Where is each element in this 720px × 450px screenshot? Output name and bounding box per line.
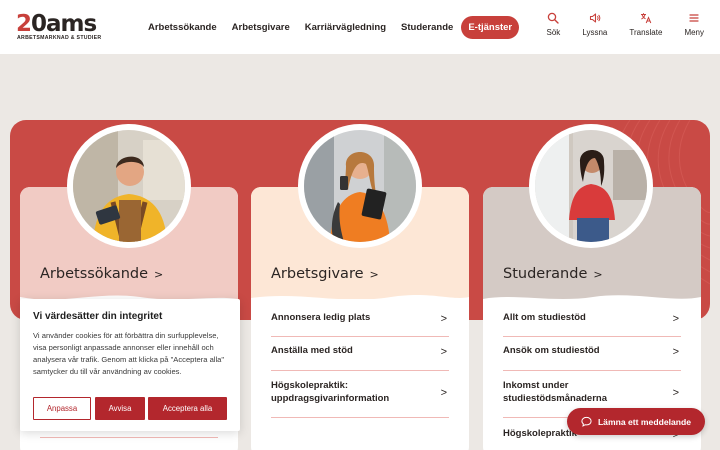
card-title[interactable]: Arbetsgivare > — [271, 266, 379, 282]
employer-photo — [304, 130, 416, 242]
chevron-right-icon: > — [593, 268, 603, 281]
link-label: Allt om studiestöd — [503, 312, 586, 323]
portrait-student — [529, 124, 653, 248]
search-icon — [548, 12, 560, 24]
link-anstalla[interactable]: Anställa med stöd > — [271, 345, 449, 371]
chevron-right-icon: > — [440, 387, 447, 399]
cookie-title: Vi värdesätter din integritet — [33, 311, 163, 322]
chevron-right-icon: > — [440, 346, 447, 358]
cookie-text: Vi använder cookies för att förbättra di… — [33, 331, 225, 376]
logo-subtitle: ARBETSMARKNAD & STUDIER — [17, 35, 102, 41]
portrait-jobseeker — [67, 124, 191, 248]
listen-button[interactable]: Lyssna — [582, 12, 607, 37]
logo-mark: 220ams0ams — [16, 11, 97, 37]
leave-message-button[interactable]: Lämna ett meddelande — [567, 408, 705, 435]
speaker-icon — [589, 13, 601, 23]
menu-label: Meny — [684, 28, 704, 37]
divider — [40, 437, 218, 438]
cookie-consent-banner: Vi värdesätter din integritet Vi använde… — [20, 299, 240, 431]
translate-label: Translate — [629, 28, 663, 37]
customize-button[interactable]: Anpassa — [33, 397, 91, 420]
link-label: Anställa med stöd — [271, 345, 353, 356]
link-allt-om-studiestod[interactable]: Allt om studiestöd > — [503, 312, 681, 337]
card-title-text: Arbetssökande — [40, 266, 149, 282]
chevron-right-icon: > — [672, 346, 679, 358]
reject-button[interactable]: Avvisa — [95, 397, 145, 420]
nav-item-karriarvagledning[interactable]: Karriärvägledning — [305, 22, 386, 33]
search-button[interactable]: Sök — [546, 12, 561, 37]
menu-icon — [689, 14, 699, 22]
chevron-right-icon: > — [369, 268, 379, 281]
chevron-right-icon: > — [672, 313, 679, 325]
nav-item-studerande[interactable]: Studerande — [401, 22, 453, 33]
link-label: Ansök om studiestöd — [503, 345, 600, 356]
card-title-text: Studerande — [503, 266, 588, 282]
listen-label: Lyssna — [582, 28, 608, 37]
jobseeker-photo — [73, 130, 185, 242]
logo[interactable]: 220ams0ams ARBETSMARKNAD & STUDIER — [16, 11, 101, 42]
chevron-right-icon: > — [440, 313, 447, 325]
link-ansok-om-studiestod[interactable]: Ansök om studiestöd > — [503, 345, 681, 371]
student-photo — [535, 130, 647, 242]
card-wave — [483, 295, 701, 305]
site-header: 220ams0ams ARBETSMARKNAD & STUDIER Arbet… — [0, 0, 720, 54]
link-label: Inkomst under studiestödsmånaderna — [503, 380, 607, 404]
leave-message-label: Lämna ett meddelande — [597, 416, 692, 427]
link-annonsera[interactable]: Annonsera ledig plats > — [271, 312, 449, 337]
nav-item-arbetsgivare[interactable]: Arbetsgivare — [232, 22, 290, 33]
menu-button[interactable]: Meny — [684, 12, 704, 37]
chevron-right-icon: > — [154, 268, 164, 281]
link-label: Annonsera ledig plats — [271, 312, 371, 323]
link-hogskolepraktik-uppdragsgivare[interactable]: Högskolepraktik: uppdragsgivarinformatio… — [271, 380, 449, 418]
main-nav: Arbetssökande Arbetsgivare Karriärvägled… — [148, 15, 534, 39]
nav-item-e-tjanster[interactable]: E-tjänster — [461, 15, 520, 39]
chevron-right-icon: > — [672, 387, 679, 399]
card-title[interactable]: Arbetssökande > — [40, 266, 163, 282]
accept-all-button[interactable]: Acceptera alla — [148, 397, 227, 420]
card-title-text: Arbetsgivare — [271, 266, 364, 282]
portrait-employer — [298, 124, 422, 248]
card-wave — [251, 295, 469, 305]
link-label: Högskolepraktik: uppdragsgivarinformatio… — [271, 380, 390, 404]
translate-button[interactable]: Translate — [629, 12, 662, 37]
nav-item-arbetssokande[interactable]: Arbetssökande — [148, 22, 217, 33]
card-title[interactable]: Studerande > — [503, 266, 603, 282]
search-label: Sök — [546, 28, 561, 37]
header-tools: Sök Lyssna Translate Meny — [525, 12, 704, 37]
chat-icon — [581, 416, 592, 427]
translate-icon — [640, 13, 652, 24]
